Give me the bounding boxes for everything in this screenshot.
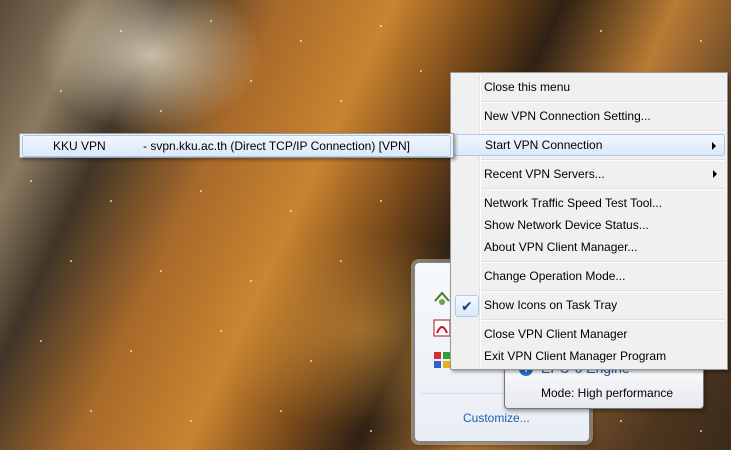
- network-tray-icon[interactable]: [433, 289, 451, 307]
- checkmark-icon: ✔: [461, 298, 473, 314]
- tooltip-mode: Mode: High performance: [541, 386, 674, 400]
- menu-separator: [481, 130, 725, 132]
- submenu-arrow-icon: [713, 170, 717, 178]
- customize-link[interactable]: Customize...: [463, 411, 530, 425]
- menu-item-start-vpn-connection[interactable]: Start VPN Connection: [453, 134, 725, 156]
- menu-item-label: Start VPN Connection: [485, 138, 603, 152]
- vpn-context-menu: Close this menu New VPN Connection Setti…: [450, 72, 728, 370]
- menu-separator: [481, 290, 725, 292]
- acrobat-tray-icon[interactable]: [433, 319, 451, 337]
- submenu-arrow-icon: [712, 142, 716, 150]
- menu-item-label: About VPN Client Manager...: [484, 240, 638, 254]
- menu-separator: [481, 319, 725, 321]
- menu-item-label: Close VPN Client Manager: [484, 327, 628, 341]
- connection-detail: - svpn.kku.ac.th (Direct TCP/IP Connecti…: [143, 139, 410, 153]
- menu-item-label: Show Network Device Status...: [484, 218, 649, 232]
- menu-item-speed-test[interactable]: Network Traffic Speed Test Tool...: [453, 192, 725, 214]
- menu-item-label: Recent VPN Servers...: [484, 167, 605, 181]
- menu-item-recent-vpn-servers[interactable]: Recent VPN Servers...: [453, 163, 725, 185]
- menu-item-exit-program[interactable]: Exit VPN Client Manager Program: [453, 345, 725, 367]
- menu-item-about[interactable]: About VPN Client Manager...: [453, 236, 725, 258]
- menu-separator: [481, 101, 725, 103]
- menu-item-close-manager[interactable]: Close VPN Client Manager: [453, 323, 725, 345]
- menu-separator: [481, 159, 725, 161]
- menu-item-device-status[interactable]: Show Network Device Status...: [453, 214, 725, 236]
- submenu-item-kku-vpn[interactable]: KKU VPN - svpn.kku.ac.th (Direct TCP/IP C…: [22, 135, 451, 157]
- menu-item-close-menu[interactable]: Close this menu: [453, 76, 725, 98]
- app-tray-icon[interactable]: [433, 351, 451, 369]
- menu-separator: [481, 188, 725, 190]
- menu-item-label: Change Operation Mode...: [484, 269, 626, 283]
- vpn-connections-submenu: KKU VPN - svpn.kku.ac.th (Direct TCP/IP C…: [19, 133, 454, 158]
- menu-separator: [481, 261, 725, 263]
- connection-name: KKU VPN: [53, 139, 106, 153]
- menu-item-label: Network Traffic Speed Test Tool...: [484, 196, 663, 210]
- menu-item-label: Exit VPN Client Manager Program: [484, 349, 667, 363]
- menu-item-show-icons-tray[interactable]: ✔ Show Icons on Task Tray: [453, 294, 725, 317]
- menu-item-label: New VPN Connection Setting...: [484, 109, 651, 123]
- menu-item-change-operation-mode[interactable]: Change Operation Mode...: [453, 265, 725, 287]
- menu-item-new-vpn-connection[interactable]: New VPN Connection Setting...: [453, 105, 725, 127]
- menu-item-label: Close this menu: [484, 80, 571, 94]
- menu-item-label: Show Icons on Task Tray: [484, 298, 618, 312]
